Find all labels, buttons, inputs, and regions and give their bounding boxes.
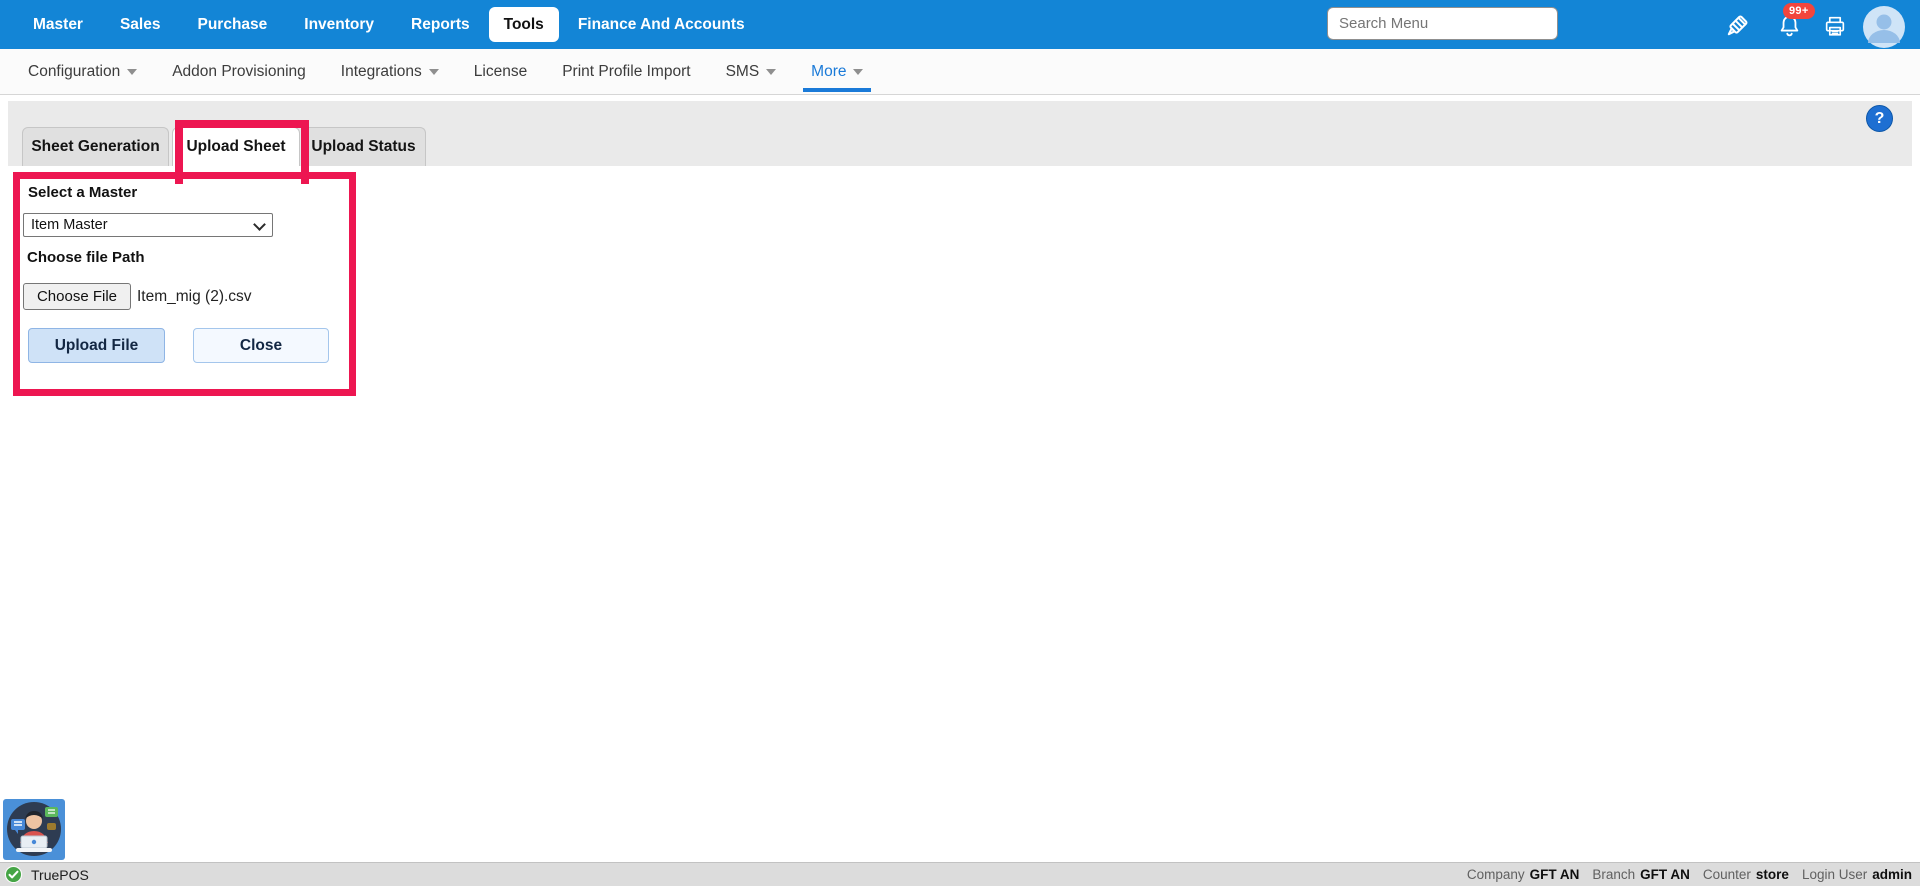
submenu-label: Addon Provisioning (172, 62, 306, 80)
submenu-label: Integrations (340, 62, 422, 80)
submenu-license[interactable]: License (474, 49, 527, 95)
active-menu-underline (803, 87, 872, 92)
login-user-value: admin (1872, 867, 1912, 882)
login-user-info: Login User admin (1802, 867, 1912, 882)
connection-check-icon (4, 865, 23, 884)
printer-icon[interactable] (1822, 14, 1848, 44)
company-info: Company GFT AN (1467, 867, 1580, 882)
branch-value: GFT AN (1640, 867, 1690, 882)
counter-value: store (1755, 867, 1789, 882)
submenu-more-active[interactable]: More (803, 49, 872, 95)
main-menu: Master Sales Purchase Inventory Reports … (33, 0, 745, 49)
top-navigation-bar: Master Sales Purchase Inventory Reports … (0, 0, 1920, 49)
menu-item-master[interactable]: Master (33, 16, 83, 34)
user-avatar[interactable] (1862, 5, 1906, 54)
menu-item-tools-active[interactable]: Tools (488, 7, 559, 42)
submenu-label: Configuration (28, 62, 121, 80)
tab-upload-sheet-active[interactable]: Upload Sheet (172, 127, 300, 166)
notification-count-badge: 99+ (1783, 3, 1815, 20)
help-icon[interactable]: ? (1866, 105, 1893, 132)
status-bar: TruePOS Company GFT AN Branch GFT AN Cou… (0, 862, 1920, 886)
menu-item-finance-and-accounts[interactable]: Finance And Accounts (578, 16, 745, 34)
session-info: Company GFT AN Branch GFT AN Counter sto… (1467, 867, 1912, 882)
chevron-down-icon (766, 68, 777, 75)
chevron-down-icon (127, 68, 138, 75)
master-select-wrapper: Item Master (23, 213, 273, 237)
search-input[interactable] (1327, 7, 1558, 40)
menu-item-purchase[interactable]: Purchase (197, 16, 267, 34)
support-chat-widget-icon[interactable] (3, 799, 65, 860)
choose-file-button[interactable]: Choose File (23, 283, 131, 310)
app-status: TruePOS (4, 865, 89, 884)
theme-brush-icon[interactable] (1720, 11, 1754, 46)
company-value: GFT AN (1529, 867, 1580, 882)
submenu-print-profile-import[interactable]: Print Profile Import (562, 49, 690, 95)
upload-file-button[interactable]: Upload File (28, 328, 165, 363)
chevron-down-icon (428, 68, 439, 75)
choose-file-path-label: Choose file Path (27, 249, 145, 266)
tab-sheet-generation[interactable]: Sheet Generation (22, 127, 169, 166)
submenu-sms[interactable]: SMS (726, 49, 777, 95)
submenu-label: Print Profile Import (562, 62, 691, 80)
submenu-addon-provisioning[interactable]: Addon Provisioning (172, 49, 306, 95)
branch-label: Branch (1592, 867, 1636, 882)
submenu-label: SMS (725, 62, 760, 80)
master-select[interactable]: Item Master (23, 213, 273, 237)
tools-sub-menu: Configuration Addon Provisioning Integra… (0, 49, 1920, 95)
app-name: TruePOS (31, 866, 89, 883)
submenu-configuration[interactable]: Configuration (28, 49, 138, 95)
submenu-label: License (473, 62, 528, 80)
close-button[interactable]: Close (193, 328, 329, 363)
company-label: Company (1466, 867, 1525, 882)
tab-strip: Sheet Generation Upload Sheet Upload Sta… (8, 101, 1912, 166)
chevron-down-icon (853, 68, 864, 75)
submenu-integrations[interactable]: Integrations (341, 49, 439, 95)
selected-file-name: Item_mig (2).csv (137, 287, 252, 305)
counter-label: Counter (1702, 867, 1751, 882)
menu-item-inventory[interactable]: Inventory (304, 16, 374, 34)
menu-item-sales[interactable]: Sales (120, 16, 161, 34)
app-window: Master Sales Purchase Inventory Reports … (0, 0, 1920, 886)
submenu-label: More (811, 62, 847, 80)
menu-item-reports[interactable]: Reports (411, 16, 470, 34)
tab-upload-status[interactable]: Upload Status (301, 127, 426, 166)
counter-info: Counter store (1703, 867, 1789, 882)
login-user-label: Login User (1801, 867, 1868, 882)
branch-info: Branch GFT AN (1592, 867, 1690, 882)
select-master-label: Select a Master (28, 184, 138, 201)
